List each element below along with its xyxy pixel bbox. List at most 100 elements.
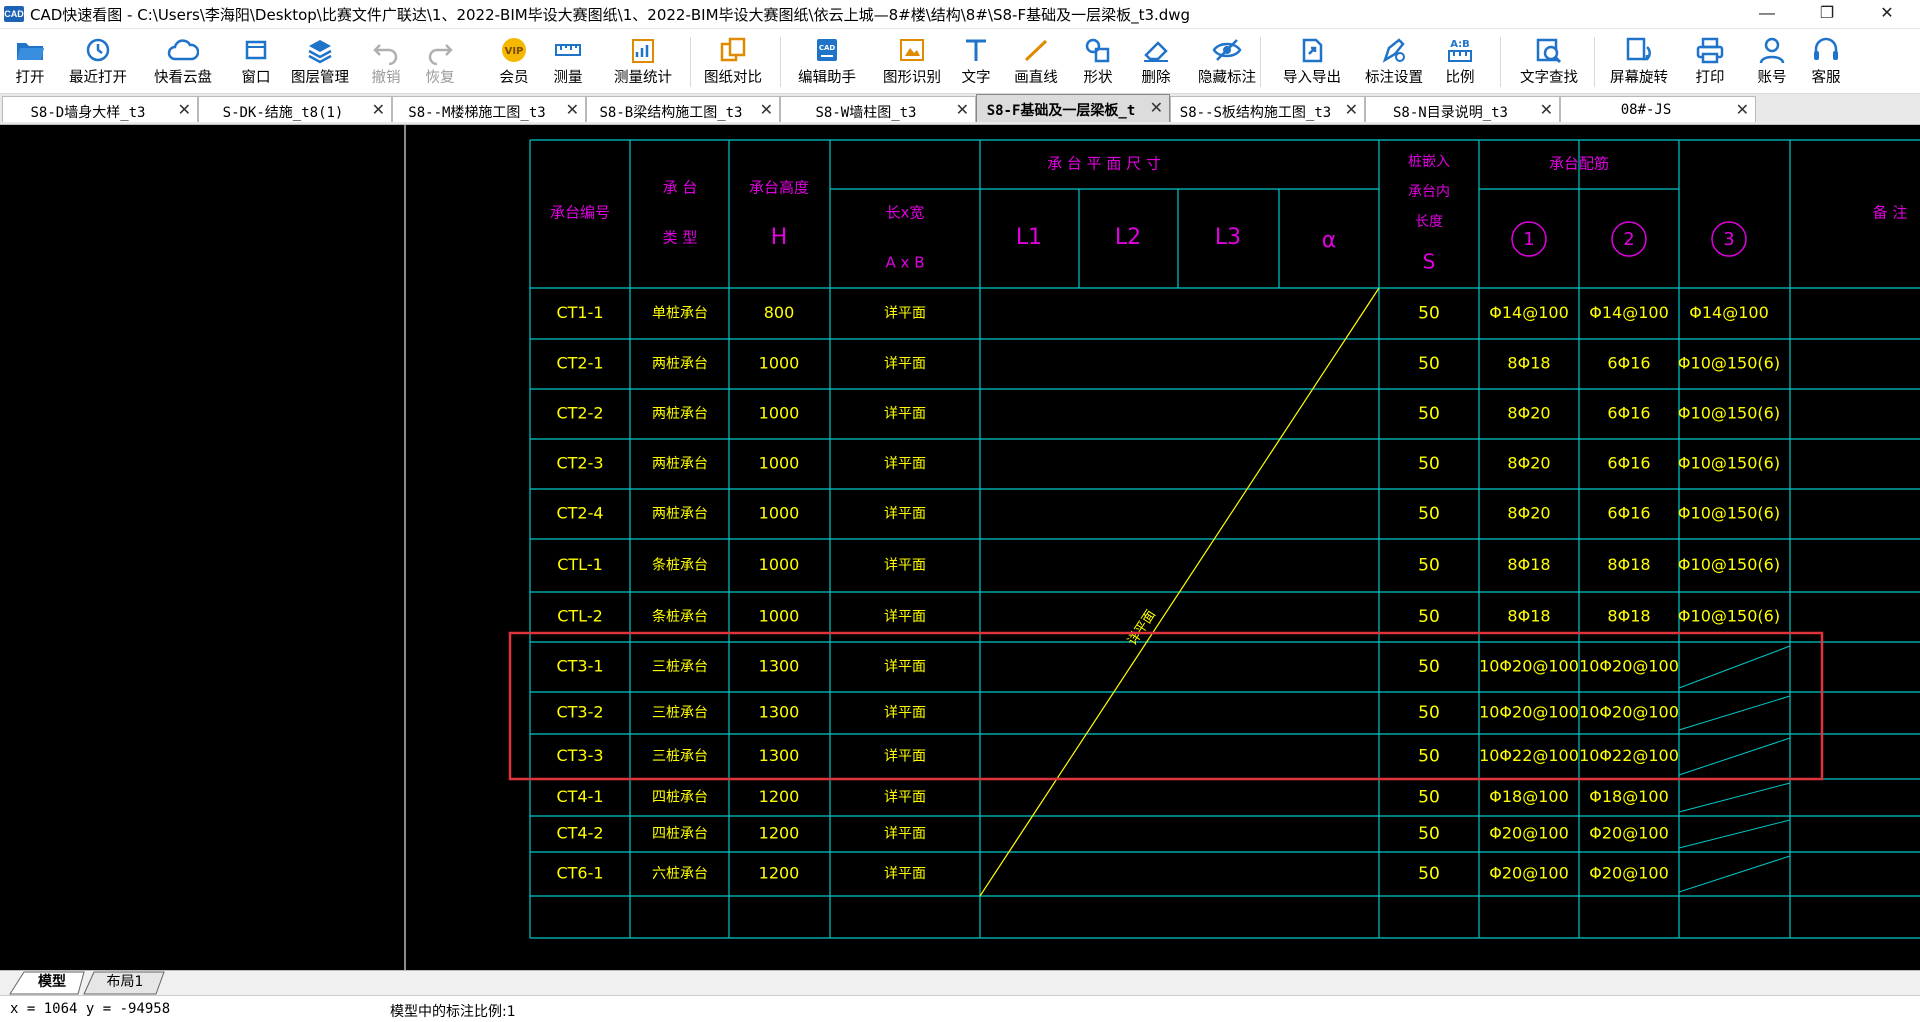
- cap-size-ref: 详平面: [884, 826, 926, 842]
- toolbar-button-redo[interactable]: 恢复: [414, 33, 466, 89]
- close-tab-icon[interactable]: ✕: [760, 100, 773, 120]
- line-tool-icon: [1004, 35, 1068, 65]
- status-bar: x = 1064 y = -94958 模型中的标注比例:1: [0, 995, 1920, 1022]
- cap-size-ref: 详平面: [884, 456, 926, 472]
- printer-icon: [1684, 35, 1736, 65]
- toolbar-label: 比例: [1445, 70, 1475, 86]
- document-tab[interactable]: S8-F基础及一层梁板_t ✕: [976, 94, 1170, 122]
- toolbar-button-window[interactable]: 窗口: [232, 33, 280, 89]
- document-tab[interactable]: S8--M楼梯施工图_t3 ✕: [392, 96, 586, 122]
- toolbar-button-eraser[interactable]: 删除: [1128, 33, 1184, 89]
- rebar-2: Φ20@100: [1589, 864, 1669, 883]
- toolbar-button-import-export[interactable]: 导入导出: [1270, 33, 1354, 89]
- toolbar-button-text-tool[interactable]: 文字: [950, 33, 1002, 89]
- toolbar-button-undo[interactable]: 撤销: [360, 33, 412, 89]
- cap-size-ref: 详平面: [884, 558, 926, 574]
- toolbar-button-line-tool[interactable]: 画直线: [1004, 33, 1068, 89]
- cap-id: CT2-2: [556, 404, 603, 423]
- rebar-3: Φ10@150(6): [1678, 555, 1780, 574]
- svg-text:A:B: A:B: [1450, 39, 1470, 50]
- toolbar-button-shape-recognize[interactable]: 图形识别: [878, 33, 946, 89]
- toolbar-button-cloud[interactable]: 快看云盘: [136, 33, 230, 89]
- cap-size-ref: 详平面: [884, 749, 926, 765]
- document-tab[interactable]: S8-W墙柱图_t3 ✕: [780, 96, 976, 122]
- cap-type: 条桩承台: [652, 608, 708, 625]
- header-note: 备 注: [1873, 204, 1908, 222]
- cap-size-ref: 详平面: [884, 356, 926, 372]
- toolbar-button-shape-tool[interactable]: 形状: [1068, 33, 1128, 89]
- cap-size-ref: 详平面: [884, 406, 926, 422]
- toolbar-button-layers[interactable]: 图层管理: [280, 33, 360, 89]
- drawing-canvas[interactable]: 承台编号 承 台类 型 承台高度 H 承 台 平 面 尺 寸长x宽 A x B L1 L2 L3…: [0, 125, 1920, 970]
- document-tab[interactable]: S8-N目录说明_t3 ✕: [1365, 96, 1560, 122]
- drawing-line: [1678, 737, 1791, 776]
- close-tab-icon[interactable]: ✕: [1736, 100, 1749, 120]
- close-tab-icon[interactable]: ✕: [1150, 98, 1163, 118]
- cad-drawing[interactable]: 承台编号 承 台类 型 承台高度 H 承 台 平 面 尺 寸长x宽 A x B L1 L2 L3…: [0, 125, 1920, 970]
- toolbar-label: 打印: [1695, 70, 1725, 86]
- toolbar-button-edit-assistant[interactable]: CAD 编辑助手: [780, 33, 874, 89]
- maximize-button[interactable]: ❐: [1800, 0, 1854, 28]
- toolbar-separator: [690, 37, 691, 87]
- close-tab-icon[interactable]: ✕: [1345, 100, 1358, 120]
- cap-id: CTL-1: [557, 555, 603, 574]
- cap-type: 条桩承台: [652, 557, 708, 574]
- document-tab[interactable]: S8--S板结构施工图_t3 ✕: [1170, 96, 1365, 122]
- cap-height: 1300: [759, 703, 800, 722]
- layout-tab-model[interactable]: 模型: [22, 972, 82, 993]
- header-pile-embed: S: [1423, 250, 1436, 274]
- header-plan-size: 承 台 平 面 尺 寸: [1047, 155, 1161, 173]
- rebar-2: Φ18@100: [1589, 787, 1669, 806]
- toolbar-button-screen-rotate[interactable]: 屏幕旋转: [1596, 33, 1682, 89]
- toolbar-button-hide-annotation[interactable]: 隐藏标注: [1184, 33, 1270, 89]
- close-tab-icon[interactable]: ✕: [956, 100, 969, 120]
- toolbar-button-measure-stats[interactable]: 测量统计: [598, 33, 688, 89]
- redo-icon: [414, 35, 466, 65]
- toolbar-button-annotation-settings[interactable]: 标注设置: [1354, 33, 1434, 89]
- cap-height: 1000: [759, 404, 800, 423]
- pile-embed: 50: [1418, 703, 1440, 723]
- toolbar-button-recent-clock[interactable]: 最近打开: [58, 33, 138, 89]
- toolbar-button-vip[interactable]: VIP 会员: [488, 33, 540, 89]
- toolbar-button-folder-open[interactable]: 打开: [4, 33, 56, 89]
- toolbar-button-scale[interactable]: A:B 比例: [1434, 33, 1486, 89]
- header-l1: L1: [1016, 225, 1042, 250]
- screen-rotate-icon: [1596, 35, 1682, 65]
- toolbar-button-headset[interactable]: 客服: [1800, 33, 1852, 89]
- close-tab-icon[interactable]: ✕: [372, 100, 385, 120]
- document-tab[interactable]: 08#-JS ✕: [1560, 96, 1756, 122]
- tab-label: 08#-JS: [1620, 102, 1672, 118]
- cap-size-ref: 详平面: [884, 609, 926, 625]
- minimize-button[interactable]: —: [1740, 0, 1794, 28]
- close-tab-icon[interactable]: ✕: [566, 100, 579, 120]
- toolbar-separator: [1594, 37, 1595, 87]
- cap-height: 1300: [759, 657, 800, 676]
- rebar-2: Φ14@100: [1589, 303, 1669, 322]
- layout-tab-layout1[interactable]: 布局1: [92, 972, 158, 993]
- toolbar-label: 图形识别: [883, 70, 941, 86]
- toolbar-label: 画直线: [1014, 70, 1058, 86]
- rebar-1: 10Φ20@100: [1479, 703, 1579, 722]
- annotation-scale: 模型中的标注比例:1: [390, 1004, 516, 1020]
- annotation-settings-icon: [1354, 35, 1434, 65]
- toolbar-separator: [780, 37, 781, 87]
- cap-height: 1000: [759, 354, 800, 373]
- vip-icon: VIP: [488, 35, 540, 65]
- rebar-1: 8Φ18: [1507, 354, 1550, 373]
- cap-type: 四桩承台: [652, 789, 708, 806]
- document-tab[interactable]: S8-B梁结构施工图_t3 ✕: [586, 96, 780, 122]
- toolbar-button-printer[interactable]: 打印: [1684, 33, 1736, 89]
- document-tab[interactable]: S8-D墙身大样_t3 ✕: [2, 96, 198, 122]
- toolbar-button-compare[interactable]: 图纸对比: [688, 33, 778, 89]
- cap-type: 两桩承台: [652, 355, 708, 372]
- close-tab-icon[interactable]: ✕: [1540, 100, 1553, 120]
- app-logo-icon: CAD: [4, 6, 24, 22]
- toolbar-button-user[interactable]: 账号: [1746, 33, 1798, 89]
- toolbar-button-ruler[interactable]: 测量: [542, 33, 594, 89]
- close-window-button[interactable]: ✕: [1860, 0, 1914, 28]
- document-tab[interactable]: S-DK-结施_t8(1) ✕: [198, 96, 392, 122]
- header-cap-id: 承台编号: [550, 204, 610, 222]
- cap-type: 单桩承台: [652, 305, 708, 322]
- close-tab-icon[interactable]: ✕: [178, 100, 191, 120]
- toolbar-button-text-search[interactable]: 文字查找: [1506, 33, 1592, 89]
